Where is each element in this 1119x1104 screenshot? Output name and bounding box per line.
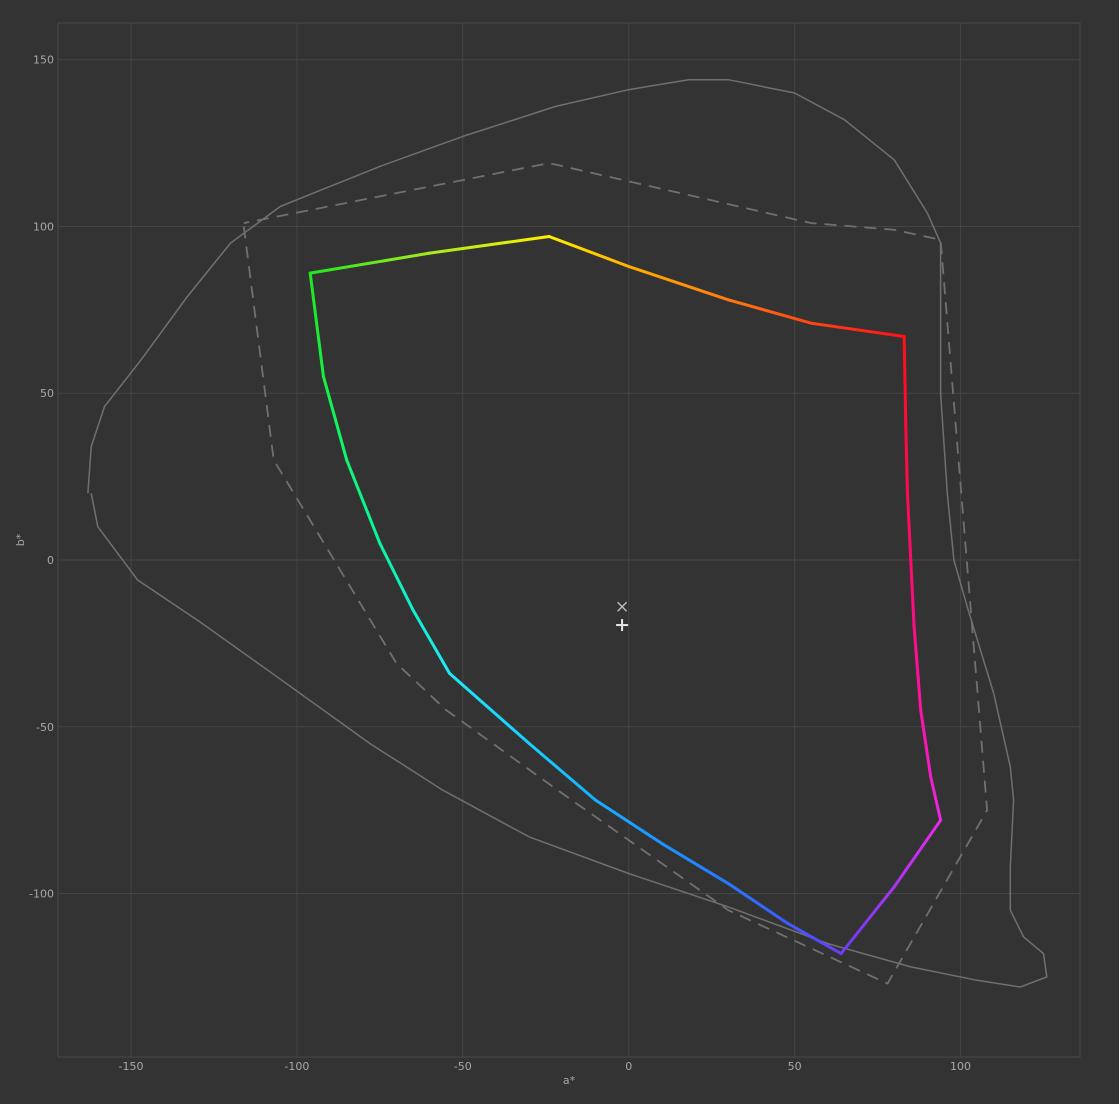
device-gamut-segment (321, 375, 349, 462)
device-gamut (308, 234, 943, 956)
tick-labels: -150 -100 -50 0 50 100 -100 -50 0 50 100 150 (29, 54, 971, 1073)
device-gamut-segment (448, 671, 531, 745)
device-gamut-segment (909, 558, 916, 629)
device-gamut-segment (902, 335, 908, 429)
device-gamut-segment (547, 234, 631, 268)
y-tick-label: -50 (36, 721, 54, 734)
device-gamut-segment (839, 885, 896, 956)
series-layer (87, 78, 1048, 988)
device-gamut-segment (308, 251, 432, 275)
x-axis-label: a* (563, 1074, 576, 1087)
device-gamut-segment (809, 321, 906, 339)
reference-gamut-outline (87, 78, 1048, 988)
device-gamut-segment (892, 818, 943, 889)
plot-frame (57, 22, 1081, 1058)
device-gamut-segment (308, 271, 325, 379)
device-gamut-segment (929, 775, 943, 822)
white-point-cross-marker (617, 601, 628, 612)
marker-layer (616, 601, 629, 632)
y-tick-label: -100 (29, 888, 54, 901)
gamut-plot: -150 -100 -50 0 50 100 -100 -50 0 50 100 150 a* b* (14, 22, 1081, 1087)
device-gamut-segment (726, 298, 813, 325)
device-gamut-segment (345, 458, 382, 545)
device-gamut-segment (378, 541, 415, 612)
device-gamut-segment (919, 708, 933, 779)
x-tick-label: -100 (284, 1060, 309, 1073)
y-tick-label: 150 (33, 54, 54, 67)
y-tick-label: 0 (47, 554, 54, 567)
comparison-gamut-outline (242, 162, 988, 985)
y-axis-label: b* (14, 533, 27, 546)
device-gamut-segment (428, 234, 551, 255)
x-tick-label: 50 (788, 1060, 802, 1073)
device-gamut-segment (660, 842, 730, 886)
y-tick-label: 50 (40, 387, 54, 400)
x-tick-label: -150 (119, 1060, 144, 1073)
y-tick-label: 100 (33, 220, 54, 233)
device-gamut-segment (912, 625, 923, 712)
device-gamut-segment (627, 264, 730, 302)
x-tick-label: 0 (625, 1060, 632, 1073)
grid (58, 23, 1080, 1057)
white-point-plus-marker (616, 619, 629, 632)
device-gamut-segment (411, 608, 452, 675)
device-gamut-segment (527, 741, 598, 802)
x-tick-label: 100 (950, 1060, 971, 1073)
device-gamut-segment (904, 425, 909, 495)
device-gamut-segment (905, 491, 913, 562)
x-tick-label: -50 (454, 1060, 472, 1073)
